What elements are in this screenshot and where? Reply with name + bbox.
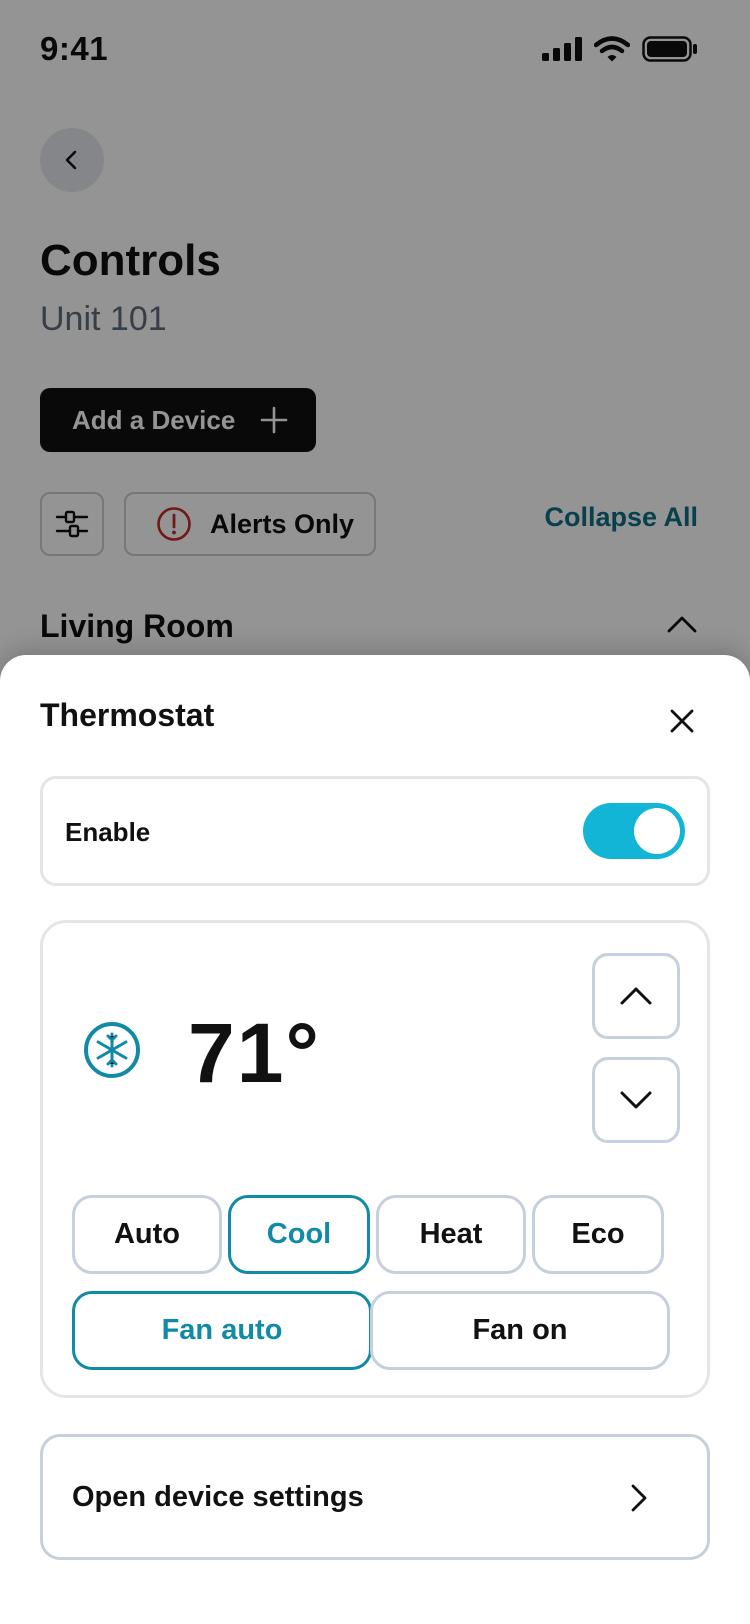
fan-auto-button[interactable]: Fan auto [72,1291,372,1370]
toggle-knob [634,808,680,854]
open-device-settings-button[interactable]: Open device settings [40,1434,710,1560]
chevron-up-icon [620,987,652,1005]
mode-eco-button[interactable]: Eco [532,1195,664,1274]
thermostat-sheet: Thermostat Enable 71° Auto Cool Heat Eco… [0,655,750,1624]
mode-heat-button[interactable]: Heat [376,1195,526,1274]
fan-on-button[interactable]: Fan on [370,1291,670,1370]
chevron-down-icon [620,1091,652,1109]
settings-label: Open device settings [72,1481,364,1513]
controls-screen: 9:41 Controls Unit 101 Add a Device Aler… [0,0,750,1624]
snowflake-icon [84,1022,140,1078]
decrease-temp-button[interactable] [592,1057,680,1143]
close-icon[interactable] [664,703,700,739]
thermostat-card: 71° Auto Cool Heat Eco Fan auto Fan on [40,920,710,1398]
mode-auto-button[interactable]: Auto [72,1195,222,1274]
enable-card: Enable [40,776,710,886]
increase-temp-button[interactable] [592,953,680,1039]
enable-label: Enable [65,817,151,847]
mode-cool-button[interactable]: Cool [228,1195,370,1274]
sheet-title: Thermostat [40,697,215,733]
temperature-display: 71° [188,1006,322,1100]
chevron-right-icon [631,1484,647,1512]
enable-toggle[interactable] [583,803,685,859]
